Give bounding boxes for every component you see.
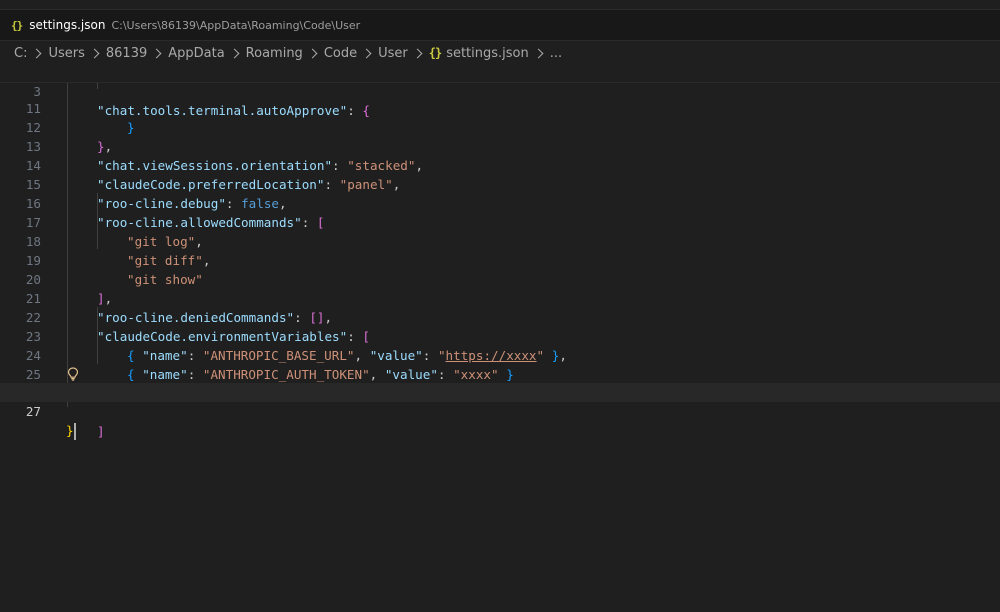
tab-filename[interactable]: settings.json xyxy=(29,18,105,32)
breadcrumb: C: Users 86139 AppData Roaming Code User… xyxy=(0,41,1000,65)
json-file-icon: {} xyxy=(11,18,23,32)
lightbulb-icon[interactable] xyxy=(67,367,79,381)
code-text: "chat.tools.terminal.autoApprove": { xyxy=(97,103,370,118)
code-line[interactable]: 20 ], xyxy=(0,251,1000,306)
text-cursor xyxy=(73,423,76,440)
line-number: 27 xyxy=(25,404,41,419)
breadcrumb-item-code[interactable]: Code xyxy=(324,46,357,61)
breadcrumb-item-appdata[interactable]: AppData xyxy=(168,46,224,61)
chevron-right-icon xyxy=(307,48,318,58)
code-line[interactable]: 22 "claudeCode.environmentVariables": [ xyxy=(0,289,1000,344)
sticky-scroll-line[interactable]: 3 "chat.tools.terminal.autoApprove": { xyxy=(0,63,1000,118)
code-line[interactable]: 13 "chat.viewSessions.orientation": "sta… xyxy=(0,118,1000,173)
code-line[interactable]: 14 "claudeCode.preferredLocation": "pane… xyxy=(0,137,1000,192)
code-line[interactable]: 18 "git diff", xyxy=(0,213,1000,268)
breadcrumb-item-drive[interactable]: C: xyxy=(14,46,27,61)
tab-file-path: C:\Users\86139\AppData\Roaming\Code\User xyxy=(111,18,361,32)
line-number: 3 xyxy=(33,84,41,99)
code-line[interactable]: 16 "roo-cline.allowedCommands": [ xyxy=(0,175,1000,230)
code-line[interactable]: 15 "roo-cline.debug": false, xyxy=(0,156,1000,211)
breadcrumb-item-symbols[interactable]: ... xyxy=(550,46,562,61)
code-line[interactable]: 26 ] xyxy=(0,365,1000,439)
breadcrumb-item-user[interactable]: User xyxy=(378,46,408,61)
json-file-icon: {} xyxy=(428,46,442,60)
code-line[interactable]: 19 "git show" xyxy=(0,232,1000,287)
code-line[interactable]: 24 { "name": "ANTHROPIC_AUTH_TOKEN", "va… xyxy=(0,327,1000,382)
chevron-right-icon xyxy=(412,48,423,58)
chevron-right-icon xyxy=(32,48,42,58)
code-text: } xyxy=(66,423,76,440)
window-top-strip xyxy=(0,0,1000,9)
chevron-right-icon xyxy=(229,48,240,58)
chevron-right-icon xyxy=(361,48,372,58)
breadcrumb-item-roaming[interactable]: Roaming xyxy=(246,46,303,61)
editor-tab-bar: {} settings.json C:\Users\86139\AppData\… xyxy=(0,9,1000,41)
breadcrumb-item-users[interactable]: Users xyxy=(48,46,84,61)
code-line[interactable]: 17 "git log", xyxy=(0,194,1000,249)
breadcrumb-item-user-id[interactable]: 86139 xyxy=(106,46,147,61)
code-text: ] xyxy=(97,424,105,439)
code-line-current[interactable]: 27 } xyxy=(0,383,1000,440)
chevron-right-icon xyxy=(89,48,100,58)
chevron-right-icon xyxy=(533,48,544,58)
breadcrumb-item-file[interactable]: settings.json xyxy=(446,46,529,61)
code-line[interactable]: 25 xyxy=(0,346,1000,382)
chevron-right-icon xyxy=(151,48,162,58)
code-editor[interactable]: 3 "chat.tools.terminal.autoApprove": { 1… xyxy=(0,63,1000,612)
code-line[interactable]: 21 "roo-cline.deniedCommands": [], xyxy=(0,270,1000,325)
code-line[interactable]: 23 { "name": "ANTHROPIC_BASE_URL", "valu… xyxy=(0,308,1000,363)
